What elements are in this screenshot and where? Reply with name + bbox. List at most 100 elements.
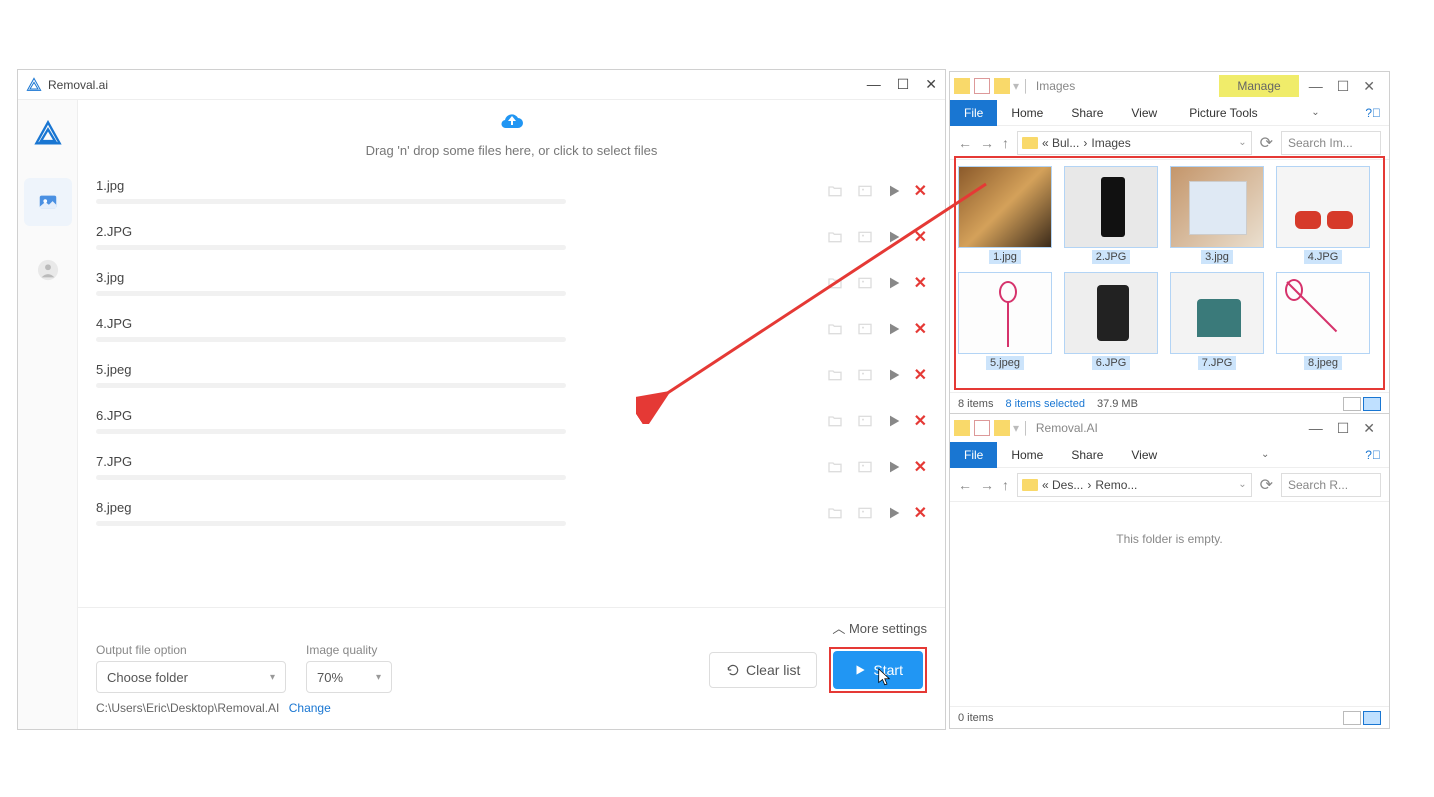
ribbon-picture-tools[interactable]: Picture Tools <box>1175 100 1271 126</box>
open-folder-icon[interactable] <box>826 183 844 199</box>
breadcrumb-part[interactable]: Remo... <box>1095 478 1137 492</box>
play-icon[interactable] <box>886 183 902 199</box>
manage-tab[interactable]: Manage <box>1219 75 1298 97</box>
open-folder-icon[interactable] <box>826 275 844 291</box>
close-icon[interactable]: ✕ <box>1363 78 1375 95</box>
help-icon[interactable]: ?⃝ <box>1365 106 1381 120</box>
delete-icon[interactable]: ✕ <box>914 319 927 339</box>
quality-select[interactable]: 70% ▾ <box>306 661 392 693</box>
help-icon[interactable]: ?⃝ <box>1365 448 1381 462</box>
image-icon[interactable] <box>856 183 874 199</box>
ribbon-home[interactable]: Home <box>997 100 1057 126</box>
more-settings-toggle[interactable]: ︿ More settings <box>96 618 927 637</box>
view-details-icon[interactable] <box>1343 397 1361 411</box>
folder-icon <box>994 420 1010 436</box>
forward-icon[interactable]: → <box>980 477 994 493</box>
view-thumbnails-icon[interactable] <box>1363 711 1381 725</box>
minimize-icon[interactable]: — <box>1309 420 1323 437</box>
ribbon-view[interactable]: View <box>1117 442 1171 468</box>
file-name: 7.JPG <box>96 454 826 469</box>
up-icon[interactable]: ↑ <box>1002 477 1009 493</box>
maximize-icon[interactable]: ☐ <box>897 76 910 93</box>
change-link[interactable]: Change <box>289 701 331 715</box>
ribbon-home[interactable]: Home <box>997 442 1057 468</box>
ribbon-collapse-icon[interactable]: ⌄ <box>1311 107 1319 118</box>
minimize-icon[interactable]: — <box>1309 78 1323 95</box>
play-icon[interactable] <box>886 505 902 521</box>
breadcrumb-part[interactable]: « Bul... <box>1042 136 1079 150</box>
delete-icon[interactable]: ✕ <box>914 273 927 293</box>
back-icon[interactable]: ← <box>958 135 972 151</box>
open-folder-icon[interactable] <box>826 229 844 245</box>
app-titlebar: Removal.ai — ☐ ✕ <box>18 70 945 100</box>
image-icon[interactable] <box>856 321 874 337</box>
play-icon[interactable] <box>886 367 902 383</box>
play-icon[interactable] <box>886 413 902 429</box>
delete-icon[interactable]: ✕ <box>914 411 927 431</box>
explorer-images: ▾ │ Images Manage — ☐ ✕ File Home Share … <box>949 71 1390 415</box>
ribbon-share[interactable]: Share <box>1057 442 1117 468</box>
status-selected: 8 items selected <box>1005 398 1084 410</box>
view-details-icon[interactable] <box>1343 711 1361 725</box>
clear-list-button[interactable]: Clear list <box>709 652 817 688</box>
file-row: 4.JPG ✕ <box>96 310 927 356</box>
close-icon[interactable]: ✕ <box>925 76 937 93</box>
search-input[interactable]: Search Im... <box>1281 131 1381 155</box>
breadcrumb-part[interactable]: « Des... <box>1042 478 1083 492</box>
back-icon[interactable]: ← <box>958 477 972 493</box>
ribbon-view[interactable]: View <box>1117 100 1171 126</box>
output-label: Output file option <box>96 643 286 657</box>
delete-icon[interactable]: ✕ <box>914 181 927 201</box>
output-folder-group: Output file option Choose folder ▾ <box>96 643 286 693</box>
image-icon[interactable] <box>856 413 874 429</box>
delete-icon[interactable]: ✕ <box>914 457 927 477</box>
open-folder-icon[interactable] <box>826 459 844 475</box>
upload-area[interactable]: Drag 'n' drop some files here, or click … <box>78 100 945 172</box>
file-row: 8.jpeg ✕ <box>96 494 927 540</box>
sidebar-profile[interactable] <box>24 246 72 294</box>
image-icon[interactable] <box>856 367 874 383</box>
folder-icon <box>954 78 970 94</box>
forward-icon[interactable]: → <box>980 135 994 151</box>
open-folder-icon[interactable] <box>826 413 844 429</box>
open-folder-icon[interactable] <box>826 321 844 337</box>
refresh-icon[interactable]: ⟳ <box>1260 475 1273 495</box>
close-icon[interactable]: ✕ <box>1363 420 1375 437</box>
view-thumbnails-icon[interactable] <box>1363 397 1381 411</box>
clear-label: Clear list <box>746 662 800 678</box>
maximize-icon[interactable]: ☐ <box>1337 78 1350 95</box>
up-icon[interactable]: ↑ <box>1002 135 1009 151</box>
ribbon-share[interactable]: Share <box>1057 100 1117 126</box>
image-icon[interactable] <box>856 459 874 475</box>
refresh-icon[interactable]: ⟳ <box>1260 133 1273 153</box>
delete-icon[interactable]: ✕ <box>914 227 927 247</box>
image-icon[interactable] <box>856 275 874 291</box>
image-icon[interactable] <box>856 505 874 521</box>
play-icon[interactable] <box>886 459 902 475</box>
minimize-icon[interactable]: — <box>867 76 881 93</box>
open-folder-icon[interactable] <box>826 505 844 521</box>
sidebar-images[interactable] <box>24 178 72 226</box>
sidebar-logo[interactable] <box>24 110 72 158</box>
app-title: Removal.ai <box>48 78 867 92</box>
output-folder-select[interactable]: Choose folder ▾ <box>96 661 286 693</box>
explorer-titlebar: ▾ │ Images Manage — ☐ ✕ <box>950 72 1389 100</box>
maximize-icon[interactable]: ☐ <box>1337 420 1350 437</box>
address-input[interactable]: « Bul... › Images ⌄ <box>1017 131 1252 155</box>
ribbon-file[interactable]: File <box>950 100 997 126</box>
breadcrumb-part[interactable]: Images <box>1091 136 1130 150</box>
play-icon[interactable] <box>886 321 902 337</box>
play-icon[interactable] <box>886 275 902 291</box>
open-folder-icon[interactable] <box>826 367 844 383</box>
play-icon[interactable] <box>886 229 902 245</box>
search-input[interactable]: Search R... <box>1281 473 1381 497</box>
image-icon[interactable] <box>856 229 874 245</box>
file-row: 7.JPG ✕ <box>96 448 927 494</box>
address-input[interactable]: « Des... › Remo... ⌄ <box>1017 473 1252 497</box>
delete-icon[interactable]: ✕ <box>914 503 927 523</box>
chevron-up-icon: ︿ <box>832 621 845 636</box>
ribbon-collapse-icon[interactable]: ⌄ <box>1261 449 1269 460</box>
delete-icon[interactable]: ✕ <box>914 365 927 385</box>
address-bar: ← → ↑ « Bul... › Images ⌄ ⟳ Search Im... <box>950 126 1389 160</box>
ribbon-file[interactable]: File <box>950 442 997 468</box>
